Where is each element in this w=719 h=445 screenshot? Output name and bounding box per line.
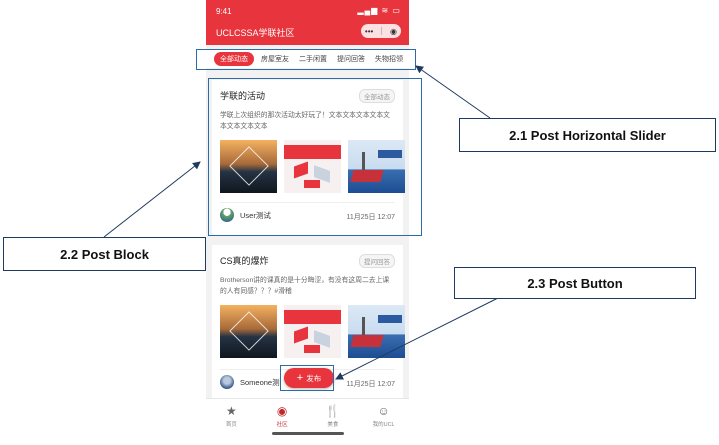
callout-post-button: 2.3 Post Button xyxy=(454,267,696,299)
post-button-arrow xyxy=(335,296,501,380)
callout-slider: 2.1 Post Horizontal Slider xyxy=(459,118,716,152)
callout-arrows xyxy=(103,65,501,380)
callout-post-block: 2.2 Post Block xyxy=(3,237,206,271)
post-block-arrow xyxy=(103,161,201,238)
slider-arrow xyxy=(415,65,491,119)
